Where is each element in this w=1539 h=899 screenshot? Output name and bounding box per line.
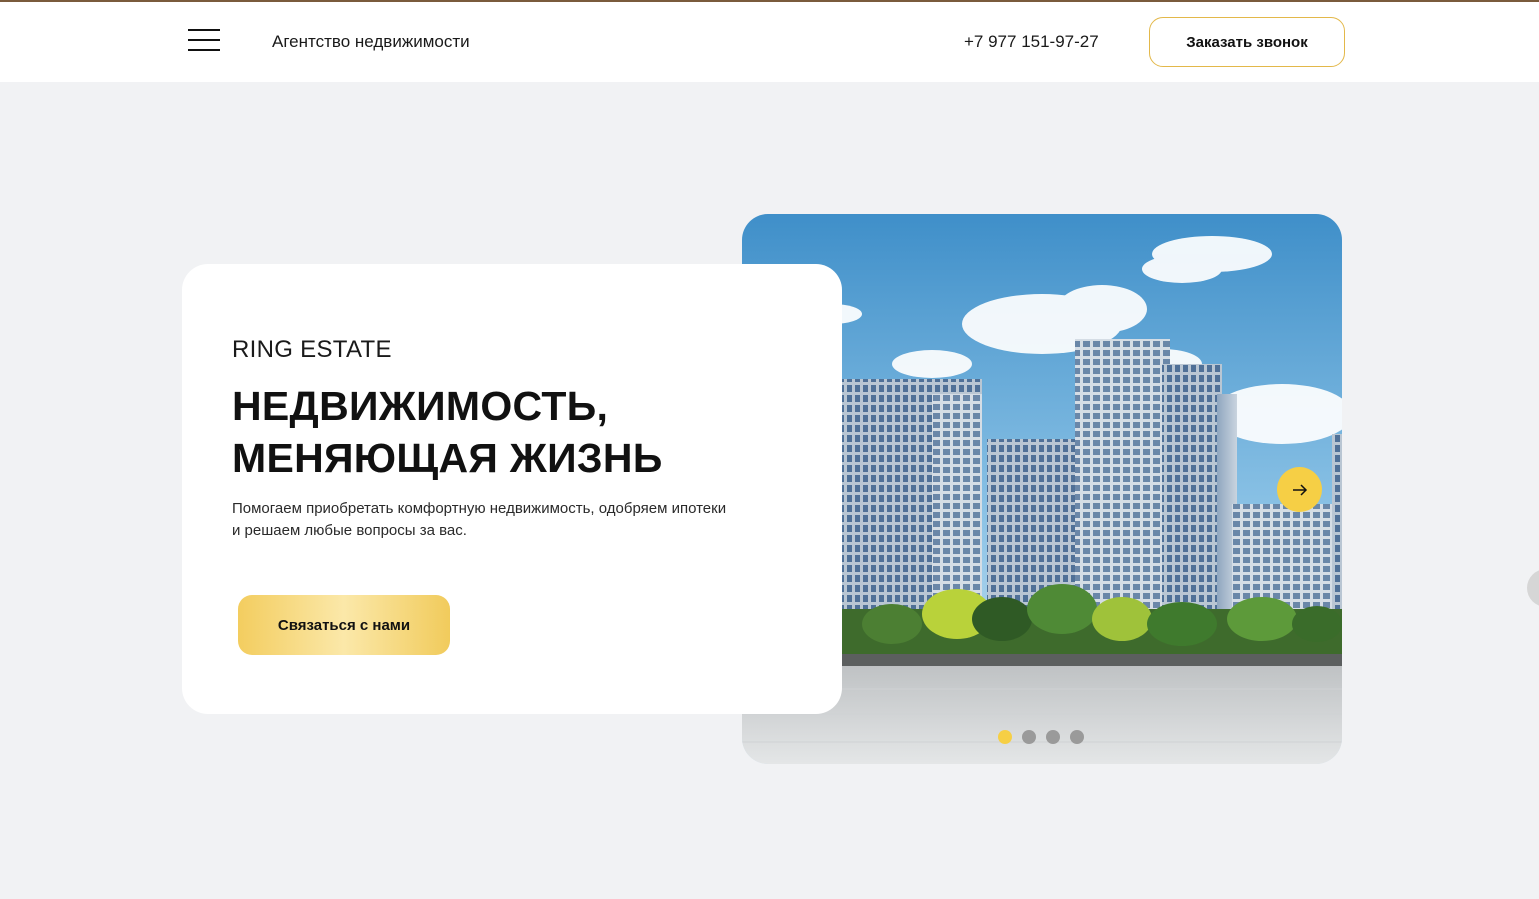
hero-description: Помогаем приобретать комфортную недвижим… xyxy=(232,498,792,542)
request-callback-button[interactable]: Заказать звонок xyxy=(1149,17,1345,67)
hero-headline-line: НЕДВИЖИМОСТЬ, xyxy=(232,383,609,429)
hero-description-line: и решаем любые вопросы за вас. xyxy=(232,522,467,539)
header-tagline: Агентство недвижимости xyxy=(272,32,470,51)
slider-pagination xyxy=(998,730,1084,744)
site-header: Агентство недвижимости +7 977 151-97-27 … xyxy=(0,2,1539,82)
slider-dot[interactable] xyxy=(1046,730,1060,744)
hero-headline-line: МЕНЯЮЩАЯ ЖИЗНЬ xyxy=(232,435,663,481)
hero-card: RING ESTATE НЕДВИЖИМОСТЬ, МЕНЯЮЩАЯ ЖИЗНЬ… xyxy=(182,264,842,714)
contact-us-button[interactable]: Связаться с нами xyxy=(238,595,450,655)
hamburger-menu-icon[interactable] xyxy=(188,28,220,52)
side-widget-tab[interactable] xyxy=(1527,569,1539,607)
slider-dot[interactable] xyxy=(998,730,1012,744)
phone-link[interactable]: +7 977 151-97-27 xyxy=(964,32,1099,52)
brand-name: RING ESTATE xyxy=(232,336,392,363)
hero-description-line: Помогаем приобретать комфортную недвижим… xyxy=(232,500,727,517)
slider-dot[interactable] xyxy=(1022,730,1036,744)
slider-dot[interactable] xyxy=(1070,730,1084,744)
hero-headline: НЕДВИЖИМОСТЬ, МЕНЯЮЩАЯ ЖИЗНЬ xyxy=(232,380,663,484)
arrow-right-icon xyxy=(1292,483,1307,496)
slider-next-button[interactable] xyxy=(1277,467,1322,512)
